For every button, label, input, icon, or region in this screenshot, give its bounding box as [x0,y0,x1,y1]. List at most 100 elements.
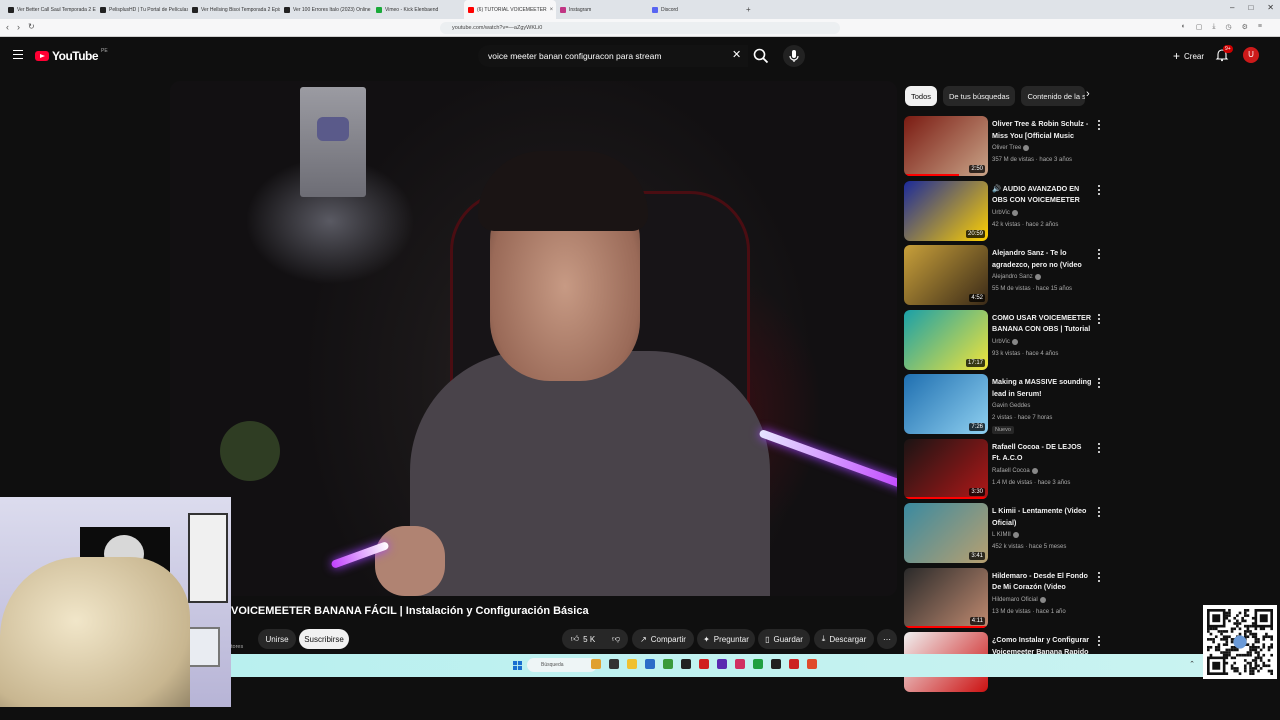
more-vertical-icon[interactable] [1097,442,1101,455]
reload-icon[interactable]: ↻ [28,22,35,31]
recommendation-title[interactable]: COMO USAR VOICEMEETER BANANA CON OBS | T… [992,312,1092,335]
recommendation-item[interactable]: 20:59 🔊 AUDIO AVANZADO EN OBS CON VOICEME… [904,180,1104,243]
recommendation-item[interactable]: 4:52 Alejandro Sanz - Te lo agradezco, pe… [904,245,1104,307]
more-vertical-icon[interactable] [1097,249,1101,261]
share-button[interactable]: ↗ Compartir [632,629,694,649]
more-vertical-icon[interactable] [1097,120,1101,132]
video-thumbnail[interactable]: 20:59 [904,180,988,241]
taskbar-app-icon[interactable] [789,659,799,669]
forward-icon[interactable]: › [17,22,20,32]
taskbar-app-icon[interactable] [753,659,763,669]
chevron-right-icon[interactable]: › [1086,88,1090,100]
recommendation-channel[interactable]: L KIMII [992,532,1019,538]
chip-from-searches[interactable]: De tus búsquedas [943,86,1016,106]
more-vertical-icon[interactable] [1097,378,1101,390]
like-button[interactable]: 👍︎ 5 K [562,629,604,649]
video-player[interactable] [170,81,897,596]
recommendation-title[interactable]: Making a MASSIVE sounding lead in Serum! [992,376,1092,399]
taskbar-app-icon[interactable] [609,659,619,669]
history-icon[interactable]: ◷ [1226,23,1232,31]
taskbar-app-icon[interactable] [735,659,745,669]
recommendation-title[interactable]: L Kimii - Lentamente (Video Oficial) [992,505,1092,528]
recommendation-title[interactable]: Hildemaro - Desde El Fondo De Mi Corazón… [992,570,1092,593]
more-vertical-icon[interactable] [1097,507,1101,519]
chip-related-content[interactable]: Contenido de la se [1021,86,1086,106]
search-input[interactable]: voice meeter banan configuracon para str… [478,45,748,67]
more-vertical-icon[interactable] [1097,184,1101,197]
recommendation-channel[interactable]: Oliver Tree [992,145,1030,151]
browser-tab[interactable]: Discord [648,0,740,19]
browser-tab[interactable]: (6) TUTORIAL VOICEMEETER × [464,0,556,19]
microphone-icon[interactable] [783,45,805,67]
recommendation-title[interactable]: Rafaell Cocoa - DE LEJOS Ft. A.C.O [992,441,1092,464]
taskbar-search-input[interactable]: Búsqueda [527,658,597,672]
join-button[interactable]: Unirse [258,629,296,649]
taskbar-app-icon[interactable] [771,659,781,669]
taskbar-app-icon[interactable] [645,659,655,669]
tab-icon[interactable]: ▢ [1196,23,1203,31]
taskbar-app-icon[interactable] [627,659,637,669]
extension-icon[interactable]: ◐ [1182,23,1186,31]
settings-icon[interactable]: ⚙ [1242,23,1248,31]
taskbar-app-icon[interactable] [681,659,691,669]
video-thumbnail[interactable]: 2:50 [904,116,988,176]
video-thumbnail[interactable]: 7:26 [904,374,988,434]
save-button[interactable]: ▯ Guardar [758,629,810,649]
url-field[interactable]: youtube.com/watch?v=—aZgyWKLi0 [440,22,840,34]
more-actions-button[interactable]: ⋯ [877,629,897,649]
maximize-icon[interactable]: □ [1248,3,1253,12]
chevron-up-icon[interactable]: ⌃ [1189,660,1195,668]
clear-search-icon[interactable]: ✕ [732,48,741,61]
video-thumbnail[interactable]: 17:17 [904,309,988,370]
recommendation-title[interactable]: Alejandro Sanz - Te lo agradezco, pero n… [992,247,1092,270]
downloads-icon[interactable]: ⤓ [1212,23,1215,31]
menu-icon[interactable]: ≡ [1258,23,1262,31]
youtube-logo[interactable]: YouTube PE [35,48,108,63]
close-window-icon[interactable]: ✕ [1267,3,1274,12]
recommendation-channel[interactable]: Rafaell Cocoa [992,467,1038,474]
browser-tab[interactable]: PelisplusHD | Tu Portal de Películas [96,0,188,19]
recommendation-channel[interactable]: UrbVic [992,338,1018,345]
video-thumbnail[interactable]: 4:11 [904,567,988,628]
chip-all[interactable]: Todos [905,86,938,106]
back-icon[interactable]: ‹ [6,22,9,32]
browser-tab[interactable]: Ver Hellsing Bisoi Temporada 2 Episo [188,0,280,19]
recommendation-item[interactable]: 3:30 Rafaell Cocoa - DE LEJOS Ft. A.C.O Ra… [904,438,1104,501]
new-tab-button[interactable]: + [746,5,751,14]
minimize-icon[interactable]: – [1230,3,1234,12]
download-button[interactable]: ⤓ Descargar [814,629,874,649]
more-vertical-icon[interactable] [1097,571,1101,584]
taskbar-app-icon[interactable] [591,659,601,669]
recommendation-channel[interactable]: UrbVic [992,209,1018,216]
browser-tab[interactable]: Ver Better Call Saul Temporada 2 Ep [4,0,96,19]
ask-button[interactable]: ✦ Preguntar [697,629,755,649]
taskbar-app-icon[interactable] [699,659,709,669]
video-thumbnail[interactable]: 3:41 [904,503,988,563]
recommendation-item[interactable]: 4:11 Hildemaro - Desde El Fondo De Mi Cor… [904,567,1104,630]
recommendation-channel[interactable]: Hildemaro Oficial [992,596,1046,603]
create-button[interactable]: + Crear [1165,46,1212,66]
browser-tab[interactable]: Instagram [556,0,648,19]
browser-tab[interactable]: Ver 100 Errores Italo (2023) Online [280,0,372,19]
menu-hamburger-icon[interactable] [13,50,23,59]
more-vertical-icon[interactable] [1097,636,1101,648]
recommendation-channel[interactable]: Gavin Geddes [992,403,1030,409]
recommendation-item[interactable]: 3:41 L Kimii - Lentamente (Video Oficial)… [904,503,1104,565]
recommendation-title[interactable]: Oliver Tree & Robin Schulz - Miss You [O… [992,118,1092,141]
recommendation-channel[interactable]: Alejandro Sanz [992,274,1041,280]
recommendation-item[interactable]: 7:26 Making a MASSIVE sounding lead in Se… [904,374,1104,436]
recommendation-title[interactable]: 🔊 AUDIO AVANZADO EN OBS CON VOICEMEETER … [992,183,1092,206]
recommendation-item[interactable]: 17:17 COMO USAR VOICEMEETER BANANA CON OB… [904,309,1104,372]
dislike-button[interactable]: 👎︎ [604,629,628,649]
subscribe-button[interactable]: Suscribirse [299,629,349,649]
account-avatar[interactable]: U [1243,47,1259,63]
more-vertical-icon[interactable] [1097,313,1101,326]
search-icon[interactable] [751,46,771,66]
close-tab-icon[interactable]: × [550,7,554,13]
taskbar-app-icon[interactable] [663,659,673,669]
video-thumbnail[interactable]: 3:30 [904,438,988,499]
recommendation-item[interactable]: 2:50 Oliver Tree & Robin Schulz - Miss Yo… [904,116,1104,178]
video-thumbnail[interactable]: 4:52 [904,245,988,305]
browser-tab[interactable]: Vimeo - Kick Elenbaend [372,0,464,19]
taskbar-app-icon[interactable] [807,659,817,669]
